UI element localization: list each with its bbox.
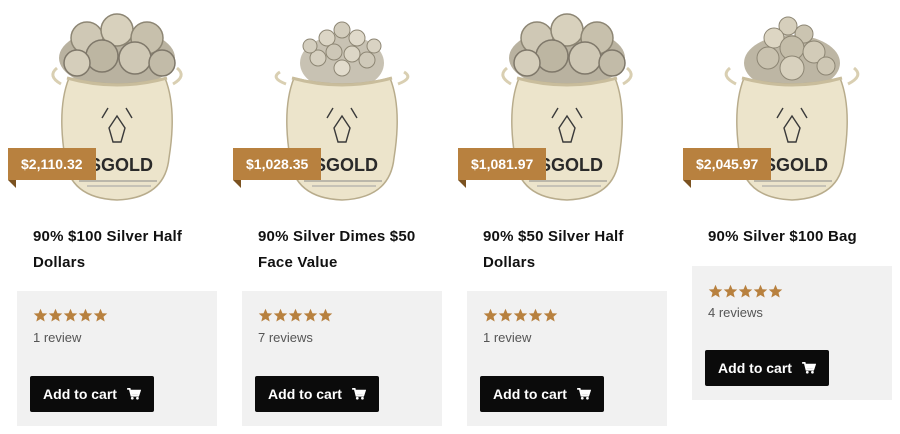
cloth-bag: SGOLD (274, 70, 410, 201)
price-tag: $2,045.97 (683, 148, 772, 188)
cart-icon (127, 388, 141, 400)
cart-icon (577, 388, 591, 400)
star-icon (63, 308, 78, 322)
star-icon (528, 308, 543, 322)
add-to-cart-button[interactable]: Add to cart (705, 350, 829, 386)
coin-pile (300, 21, 384, 91)
product-card[interactable]: SGOLD $2,045.97 90% Silver $100 Bag 4 re… (683, 8, 892, 400)
product-card-top: SGOLD $2,045.97 90% Silver $100 Bag (683, 8, 892, 266)
price-tag: $2,110.32 (8, 148, 96, 188)
star-icon (543, 308, 558, 322)
star-icon (273, 308, 288, 322)
add-to-cart-button[interactable]: Add to cart (30, 376, 154, 412)
cart-icon (802, 362, 816, 374)
price-tag: $1,028.35 (233, 148, 322, 188)
star-icon (513, 308, 528, 322)
star-icon (498, 308, 513, 322)
product-title[interactable]: 90% Silver $100 Bag (708, 224, 883, 250)
review-count[interactable]: 4 reviews (708, 305, 763, 320)
star-icon (738, 284, 753, 298)
review-count[interactable]: 1 review (33, 330, 81, 345)
product-card-top: SGOLD $1,028.35 90% Silver Dimes $50 Fac… (233, 8, 442, 291)
cart-icon (352, 388, 366, 400)
add-to-cart-label: Add to cart (43, 386, 117, 402)
star-icon (723, 284, 738, 298)
star-icon (288, 308, 303, 322)
product-card[interactable]: SGOLD $2,110.32 90% $100 Silver Half Dol… (8, 8, 217, 426)
star-icon (483, 308, 498, 322)
star-rating (33, 308, 108, 323)
product-title[interactable]: 90% $50 Silver Half Dollars (483, 224, 658, 276)
star-icon (768, 284, 783, 298)
star-rating (483, 308, 558, 323)
star-icon (93, 308, 108, 322)
add-to-cart-label: Add to cart (268, 386, 342, 402)
svg-text:SGOLD: SGOLD (89, 155, 153, 175)
star-icon (33, 308, 48, 322)
review-count[interactable]: 1 review (483, 330, 531, 345)
cloth-bag: SGOLD (501, 66, 633, 201)
star-icon (303, 308, 318, 322)
add-to-cart-label: Add to cart (718, 360, 792, 376)
coin-pile (59, 13, 176, 88)
star-icon (318, 308, 333, 322)
star-rating (708, 284, 783, 299)
star-icon (48, 308, 63, 322)
cloth-bag: SGOLD (724, 66, 860, 201)
add-to-cart-button[interactable]: Add to cart (255, 376, 379, 412)
star-icon (753, 284, 768, 298)
coin-pile (509, 13, 626, 88)
product-card[interactable]: SGOLD $1,081.97 90% $50 Silver Half Doll… (458, 8, 667, 426)
coin-pile (744, 16, 840, 91)
product-card-top: SGOLD $1,081.97 90% $50 Silver Half Doll… (458, 8, 667, 291)
star-icon (78, 308, 93, 322)
cloth-bag: SGOLD (51, 66, 183, 201)
svg-text:SGOLD: SGOLD (314, 155, 378, 175)
product-title[interactable]: 90% Silver Dimes $50 Face Value (258, 224, 433, 276)
svg-text:SGOLD: SGOLD (539, 155, 603, 175)
add-to-cart-button[interactable]: Add to cart (480, 376, 604, 412)
product-card[interactable]: SGOLD $1,028.35 90% Silver Dimes $50 Fac… (233, 8, 442, 426)
add-to-cart-label: Add to cart (493, 386, 567, 402)
svg-text:SGOLD: SGOLD (764, 155, 828, 175)
star-rating (258, 308, 333, 323)
product-card-top: SGOLD $2,110.32 90% $100 Silver Half Dol… (8, 8, 217, 291)
price-tag: $1,081.97 (458, 148, 547, 188)
star-icon (258, 308, 273, 322)
review-count[interactable]: 7 reviews (258, 330, 313, 345)
star-icon (708, 284, 723, 298)
product-title[interactable]: 90% $100 Silver Half Dollars (33, 224, 208, 276)
product-grid: SGOLD $2,110.32 90% $100 Silver Half Dol… (0, 0, 900, 434)
